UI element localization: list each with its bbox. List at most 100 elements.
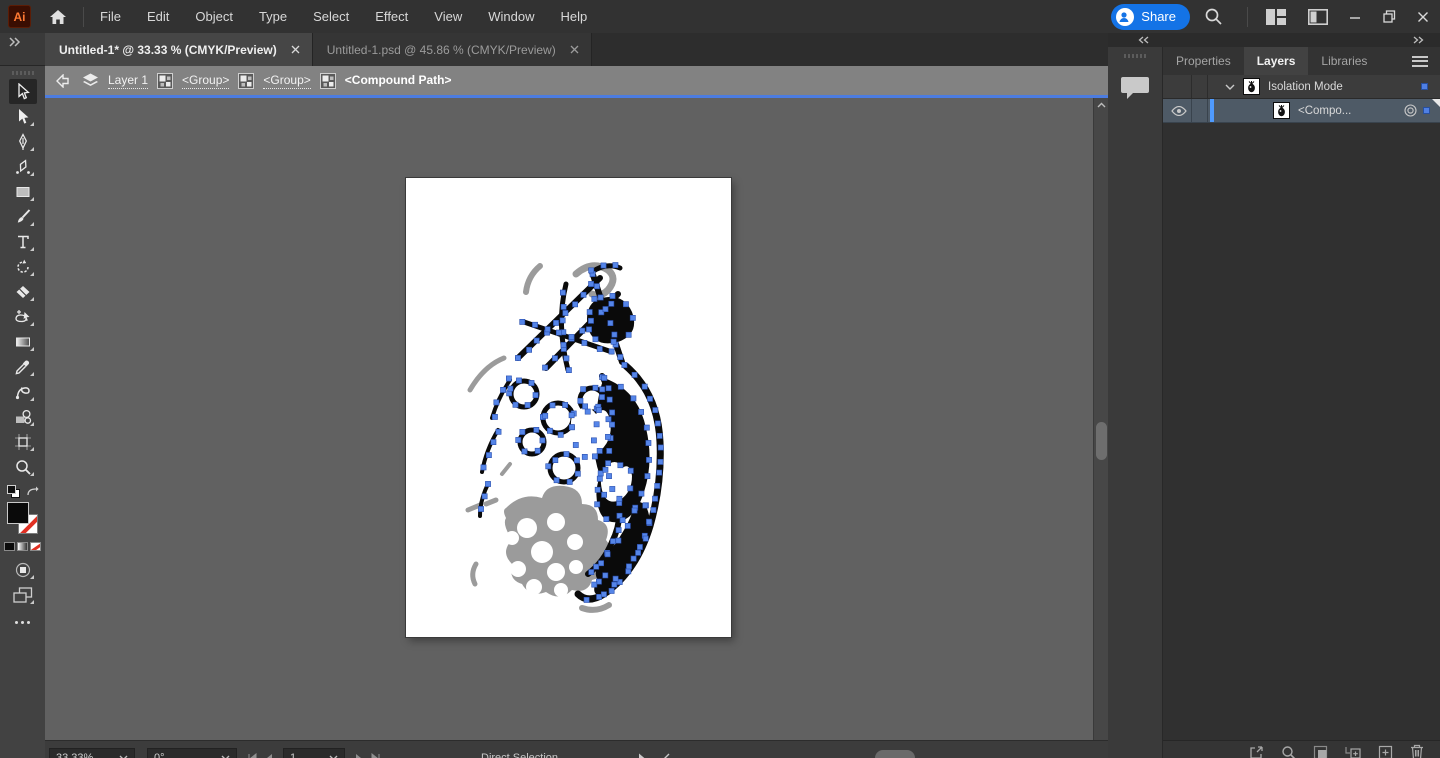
horizontal-scrollbar-thumb[interactable] xyxy=(875,750,915,758)
swap-fill-stroke-icon[interactable] xyxy=(26,486,39,498)
layer-name: Isolation Mode xyxy=(1268,80,1343,93)
breadcrumb-group-1[interactable]: <Group> xyxy=(182,73,230,89)
selection-indicator[interactable] xyxy=(1423,107,1430,114)
panel-toggle-icon[interactable] xyxy=(1308,8,1328,25)
row-corner-mark xyxy=(1432,99,1440,107)
visibility-eye-icon[interactable] xyxy=(1171,105,1187,116)
document-area: Untitled-1* @ 33.33 % (CMYK/Preview) Unt… xyxy=(45,33,1108,758)
document-tab-inactive[interactable]: Untitled-1.psd @ 45.86 % (CMYK/Preview) xyxy=(312,33,592,66)
tab-properties[interactable]: Properties xyxy=(1163,47,1244,75)
chevron-down-icon[interactable] xyxy=(1225,84,1235,90)
canvas[interactable] xyxy=(45,98,1093,740)
type-tool[interactable] xyxy=(9,229,37,254)
none-chip[interactable] xyxy=(30,542,41,551)
selection-tool[interactable] xyxy=(8,79,37,104)
minimize-button[interactable] xyxy=(1338,3,1372,31)
scrollbar-thumb[interactable] xyxy=(1096,422,1107,460)
app-icon[interactable]: Ai xyxy=(8,5,31,28)
direct-selection-tool[interactable] xyxy=(9,104,37,129)
share-button[interactable]: Share xyxy=(1111,3,1190,30)
toolbar xyxy=(0,66,45,758)
artboard-tool[interactable] xyxy=(9,429,37,454)
menu-type[interactable]: Type xyxy=(259,9,287,24)
last-artboard-icon[interactable] xyxy=(371,753,381,758)
target-icon[interactable] xyxy=(1404,104,1417,117)
search-button[interactable] xyxy=(1204,7,1223,26)
gradient-tool[interactable] xyxy=(9,329,37,354)
layer-thumbnail[interactable] xyxy=(1243,78,1260,95)
menu-select[interactable]: Select xyxy=(313,9,349,24)
artboard-nav-next[interactable] xyxy=(355,753,381,758)
locate-object-icon[interactable] xyxy=(1281,745,1296,758)
tab-libraries[interactable]: Libraries xyxy=(1308,47,1380,75)
pen-tool[interactable] xyxy=(9,129,37,154)
curvature-tool[interactable] xyxy=(9,154,37,179)
tab-layers[interactable]: Layers xyxy=(1243,47,1309,75)
new-layer-icon[interactable] xyxy=(1378,745,1393,758)
menu-effect[interactable]: Effect xyxy=(375,9,408,24)
rectangle-tool[interactable] xyxy=(9,179,37,204)
selection-indicator[interactable] xyxy=(1421,83,1428,90)
clipping-mask-icon[interactable] xyxy=(1313,745,1328,758)
tab-close-icon[interactable] xyxy=(570,45,579,54)
default-fill-stroke-icon[interactable] xyxy=(6,485,20,498)
dock-header xyxy=(1108,33,1440,47)
menu-window[interactable]: Window xyxy=(488,9,534,24)
expand-panels-icon[interactable] xyxy=(1412,36,1424,44)
rotate-tool[interactable] xyxy=(9,254,37,279)
strip-grip[interactable] xyxy=(1124,54,1146,58)
breadcrumb-layer[interactable]: Layer 1 xyxy=(108,73,149,89)
zoom-level-select[interactable]: 33.33% xyxy=(49,748,135,758)
next-artboard-icon[interactable] xyxy=(355,753,363,758)
more-tools-button[interactable] xyxy=(15,621,30,624)
gradient-chip[interactable] xyxy=(17,542,28,551)
eraser-tool[interactable] xyxy=(9,279,37,304)
comments-panel-button[interactable] xyxy=(1118,72,1152,102)
menu-view[interactable]: View xyxy=(434,9,462,24)
collapse-panels-icon[interactable] xyxy=(1138,36,1150,44)
shaper-tool[interactable] xyxy=(9,404,37,429)
delete-layer-icon[interactable] xyxy=(1410,744,1424,758)
zoom-icon xyxy=(15,459,31,475)
menu-file[interactable]: File xyxy=(100,9,121,24)
eyedropper-tool[interactable] xyxy=(9,354,37,379)
prev-artboard-icon[interactable] xyxy=(265,753,273,758)
shape-builder-tool[interactable] xyxy=(9,304,37,329)
artboard-nav-prev[interactable] xyxy=(247,753,273,758)
status-chevron-icon[interactable] xyxy=(663,753,670,758)
document-tab-active[interactable]: Untitled-1* @ 33.33 % (CMYK/Preview) xyxy=(45,33,313,66)
collect-for-export-icon[interactable] xyxy=(1249,745,1264,758)
menu-edit[interactable]: Edit xyxy=(147,9,169,24)
first-artboard-icon[interactable] xyxy=(247,753,257,758)
home-button[interactable] xyxy=(41,4,75,30)
panel-menu-icon[interactable] xyxy=(1412,53,1428,69)
arrange-documents-icon[interactable] xyxy=(1266,8,1286,25)
new-sublayer-icon[interactable] xyxy=(1345,745,1361,758)
color-chip[interactable] xyxy=(4,542,15,551)
artboard-number-select[interactable]: 1 xyxy=(283,748,345,758)
breadcrumb-group-2[interactable]: <Group> xyxy=(263,73,311,89)
zoom-tool[interactable] xyxy=(9,454,37,479)
illustrator-window: Ai File Edit Object Type Select Effect V… xyxy=(0,0,1440,758)
tab-close-icon[interactable] xyxy=(291,45,300,54)
layer-thumbnail[interactable] xyxy=(1273,102,1290,119)
menubar: Ai File Edit Object Type Select Effect V… xyxy=(0,0,1440,33)
artboard[interactable] xyxy=(406,178,731,637)
menu-help[interactable]: Help xyxy=(560,9,587,24)
toolbar-grip[interactable] xyxy=(11,71,34,75)
layer-row-compound-path[interactable]: <Compo... xyxy=(1163,99,1440,123)
fill-swatch-black[interactable] xyxy=(6,502,29,524)
screen-mode-button[interactable] xyxy=(9,582,37,607)
vertical-scrollbar[interactable] xyxy=(1093,98,1108,740)
toolbar-collapse[interactable] xyxy=(0,33,45,66)
puppet-warp-tool[interactable] xyxy=(9,379,37,404)
layer-row-isolation-mode[interactable]: Isolation Mode xyxy=(1163,75,1440,99)
paintbrush-tool[interactable] xyxy=(9,204,37,229)
back-arrow-icon[interactable] xyxy=(55,73,73,88)
rotation-select[interactable]: 0° xyxy=(147,748,237,758)
restore-button[interactable] xyxy=(1372,3,1406,31)
scroll-up-icon[interactable] xyxy=(1097,102,1106,108)
close-button[interactable] xyxy=(1406,3,1440,31)
menu-object[interactable]: Object xyxy=(195,9,233,24)
draw-mode-button[interactable] xyxy=(9,557,37,582)
